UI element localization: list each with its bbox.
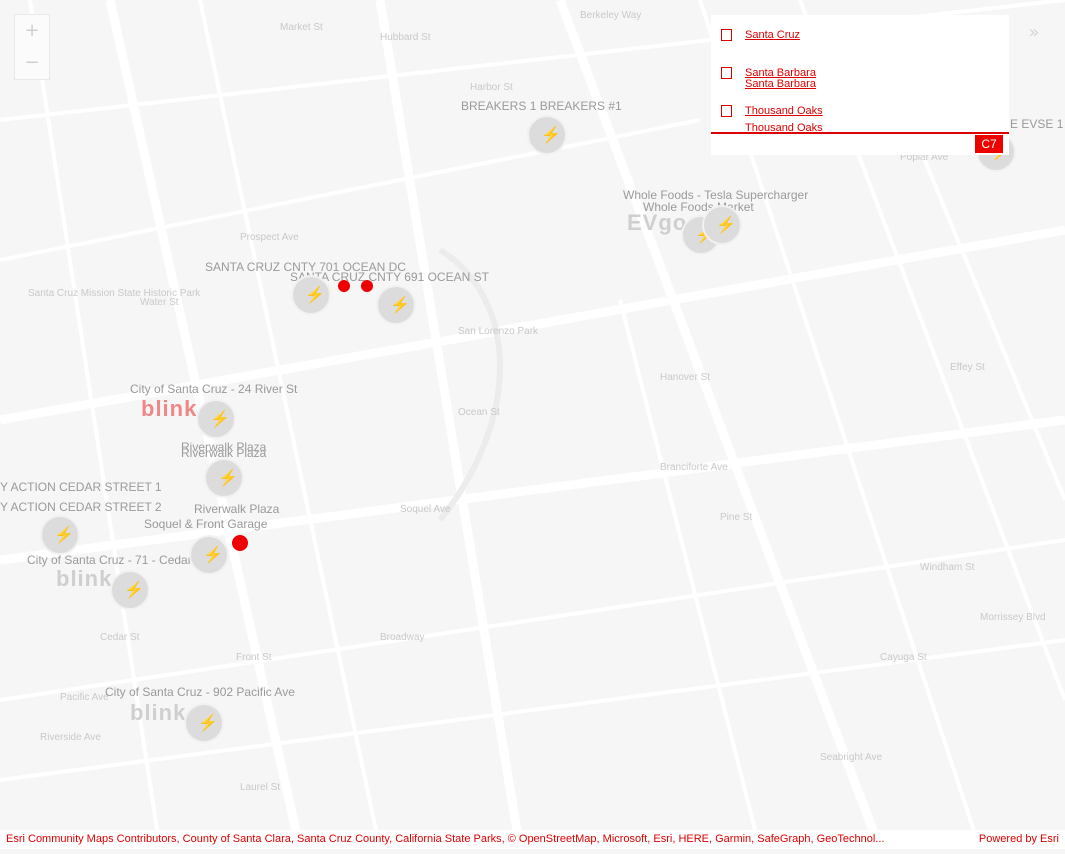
charger-label: E EVSE 1 [1010, 117, 1064, 131]
street-label: Hubbard St [380, 32, 431, 43]
panel-item-santa-cruz[interactable]: Santa Cruz [745, 29, 800, 41]
charger-label: City of Santa Cruz - 24 River St [130, 382, 298, 396]
ev-charger-marker[interactable] [110, 570, 150, 610]
ev-charger-marker[interactable] [184, 703, 224, 743]
zoom-in-button[interactable]: + [15, 15, 49, 47]
blink-logo: blink [141, 396, 198, 421]
zoom-control: + − [14, 14, 50, 80]
street-label: Broadway [380, 632, 424, 643]
street-label: Laurel St [240, 782, 280, 793]
ev-charger-marker[interactable] [196, 399, 236, 439]
street-label: Effey St [950, 362, 985, 373]
street-label: Windham St [920, 562, 975, 573]
street-label: Cedar St [100, 632, 140, 643]
panel-toolbar-button[interactable]: C7 [975, 135, 1003, 153]
attribution-bar: Esri Community Maps Contributors, County… [0, 830, 1065, 849]
street-label: Seabright Ave [820, 752, 883, 763]
red-charger-icon[interactable] [338, 280, 350, 292]
charger-label: Y ACTION CEDAR STREET 1 [0, 480, 162, 494]
blink-logo: blink [56, 566, 113, 591]
street-label: Pacific Ave [60, 692, 109, 703]
ev-charger-marker[interactable] [204, 458, 244, 498]
powered-by-esri-link[interactable]: Powered by Esri [979, 833, 1059, 845]
location-icon [721, 29, 732, 41]
street-label: Front St [236, 652, 272, 663]
location-panel: Santa Cruz Santa Barbara Santa Barbara T… [711, 15, 1009, 155]
ev-charger-marker[interactable] [527, 115, 567, 155]
street-label: Ocean St [458, 407, 500, 418]
zoom-out-button[interactable]: − [15, 47, 49, 79]
street-label: Branciforte Ave [660, 462, 728, 473]
blink-logo: blink [130, 700, 187, 725]
street-label: Hanover St [660, 372, 710, 383]
street-label: Cayuga St [880, 652, 927, 663]
place-label: San Lorenzo Park [458, 326, 539, 337]
attribution-text[interactable]: Esri Community Maps Contributors, County… [6, 833, 961, 845]
charger-label: Y ACTION CEDAR STREET 2 [0, 500, 162, 514]
street-label: Pine St [720, 512, 752, 523]
ev-charger-marker[interactable] [40, 515, 80, 555]
charger-label: Soquel & Front Garage [144, 517, 268, 531]
charger-label: Riverwalk Plaza [194, 502, 280, 516]
location-icon [721, 67, 732, 79]
location-icon [721, 105, 732, 117]
ev-charger-marker[interactable] [376, 285, 416, 325]
evgo-logo: EVgo [627, 210, 688, 235]
ev-charger-marker[interactable] [702, 205, 742, 245]
panel-item-santa-barbara[interactable]: Santa Barbara [745, 78, 816, 90]
panel-item-thousand-oaks[interactable]: Thousand Oaks [745, 105, 823, 117]
red-charger-icon[interactable] [361, 280, 373, 292]
street-label: Harbor St [470, 82, 513, 93]
ev-charger-marker[interactable] [189, 535, 229, 575]
street-label: Soquel Ave [400, 504, 451, 515]
selected-location-marker[interactable] [232, 535, 248, 551]
street-label: Morrissey Blvd [980, 612, 1046, 623]
street-label: Riverside Ave [40, 732, 101, 743]
street-label: Berkeley Way [580, 10, 641, 21]
expand-panel-button[interactable]: » [1019, 18, 1049, 48]
charger-label: BREAKERS 1 BREAKERS #1 [461, 99, 622, 113]
panel-toolbar: C7 [711, 132, 1009, 155]
street-label: Market St [280, 22, 323, 33]
charger-label: City of Santa Cruz - 902 Pacific Ave [105, 685, 295, 699]
place-label: Santa Cruz Mission State Historic Park [28, 288, 201, 299]
street-label: Prospect Ave [240, 232, 299, 243]
ev-charger-marker[interactable] [291, 275, 331, 315]
